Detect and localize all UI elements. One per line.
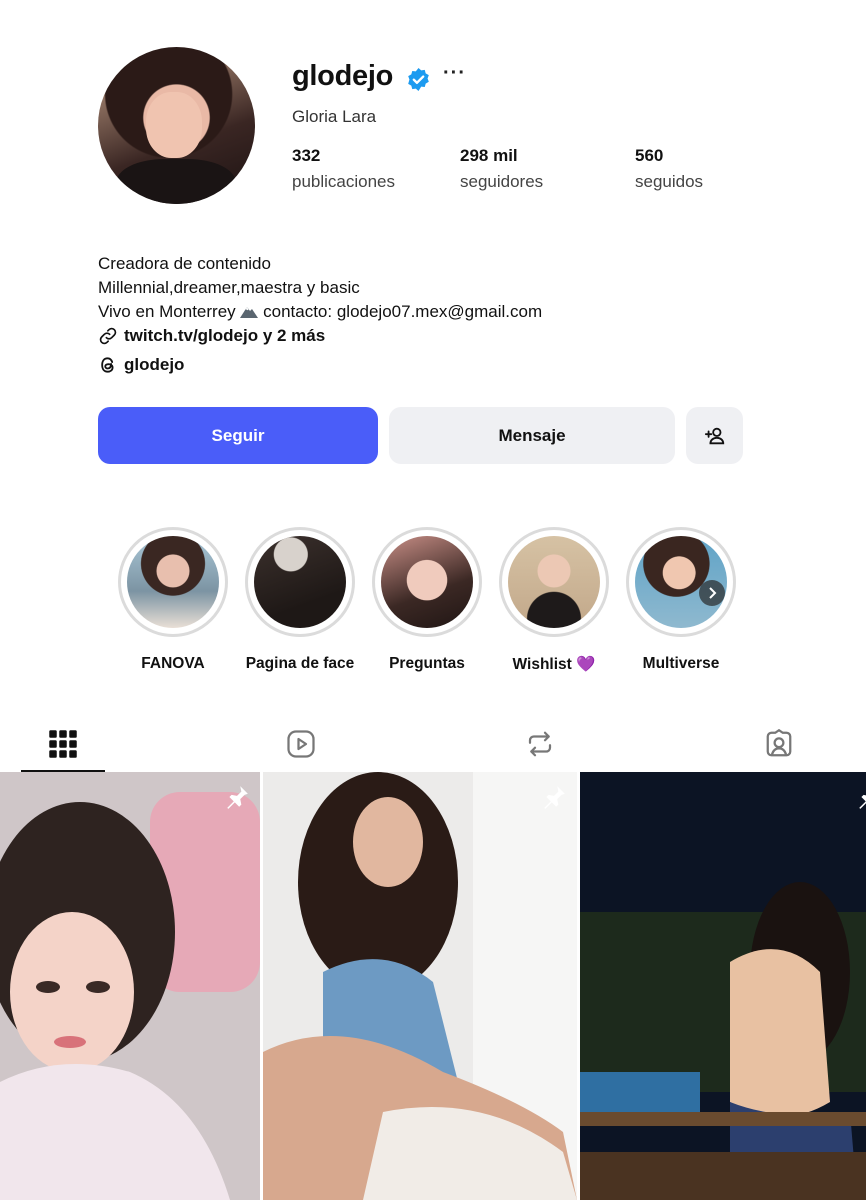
highlight-cover [508, 536, 600, 628]
profile-bio: Creadora de contenido Millennial,dreamer… [98, 252, 542, 324]
highlight-ring [626, 527, 736, 637]
link-icon [99, 327, 117, 345]
avatar-body [116, 159, 236, 204]
grid-post[interactable] [580, 772, 866, 1200]
suggest-users-button[interactable] [686, 407, 743, 464]
tab-posts[interactable] [21, 715, 105, 772]
bio-line: Creadora de contenido [98, 254, 271, 273]
bio-link-text: twitch.tv/glodejo y 2 más [124, 326, 326, 345]
profile-username: glodejo [292, 60, 394, 92]
tagged-icon [766, 728, 792, 756]
bio-line: Vivo en Monterrey contacto: glodejo07.me… [98, 300, 542, 324]
grid-post[interactable] [0, 772, 260, 1200]
highlight-ring [372, 527, 482, 637]
tab-reels[interactable] [259, 715, 343, 772]
stat-posts[interactable]: 332 publicaciones [292, 146, 395, 192]
pin-icon [227, 786, 248, 809]
pin-icon [859, 794, 866, 809]
stat-value: 298 mil [460, 146, 518, 165]
bio-location-text: Vivo en Monterrey [98, 302, 236, 321]
bio-contact-text: contacto: glodejo07.mex@gmail.com [263, 302, 543, 321]
grid-post[interactable] [263, 772, 577, 1200]
tab-reposts[interactable] [498, 715, 582, 772]
reposts-icon [528, 731, 552, 756]
highlight-ring [499, 527, 609, 637]
highlight-cover [381, 536, 473, 628]
pin-icon [544, 786, 565, 809]
highlight-label: Multiverse [642, 655, 720, 672]
highlight-wishlist[interactable]: Wishlist 💜 [498, 527, 610, 674]
reels-icon [287, 729, 315, 758]
avatar-face [146, 92, 202, 158]
stat-followers[interactable]: 298 mil seguidores [460, 146, 543, 192]
stat-label: seguidores [460, 172, 544, 191]
post-thumbnail [580, 772, 866, 1200]
bio-link[interactable]: twitch.tv/glodejo y 2 más [98, 326, 325, 346]
highlight-ring [245, 527, 355, 637]
add-user-icon [704, 427, 724, 444]
stat-value: 332 [292, 146, 321, 165]
follow-button[interactable]: Seguir [98, 407, 378, 464]
bio-line: Millennial,dreamer,maestra y basic [98, 278, 360, 297]
threads-handle: glodejo [124, 355, 185, 374]
tab-tagged[interactable] [737, 715, 821, 772]
post-thumbnail [263, 772, 577, 1200]
highlight-multiverse[interactable]: Multiverse [625, 527, 737, 673]
profile-avatar[interactable] [98, 47, 255, 204]
post-thumbnail [0, 772, 260, 1200]
threads-link[interactable]: glodejo [98, 355, 184, 375]
stat-value: 560 [635, 146, 664, 165]
mountain-emoji-icon [240, 307, 259, 318]
highlight-cover [254, 536, 346, 628]
stat-following[interactable]: 560 seguidos [635, 146, 703, 192]
threads-icon [101, 357, 114, 373]
chevron-right-icon [699, 580, 725, 606]
more-options-icon[interactable]: ··· [443, 62, 466, 85]
highlight-pagina-de-face[interactable]: Pagina de face [244, 527, 356, 673]
highlight-ring [118, 527, 228, 637]
highlight-preguntas[interactable]: Preguntas [371, 527, 483, 673]
highlight-cover [127, 536, 219, 628]
highlight-cover [635, 536, 727, 628]
posts-grid-icon [49, 729, 77, 758]
stat-label: publicaciones [292, 172, 396, 191]
profile-tabs [0, 715, 866, 772]
verified-badge-icon [408, 68, 429, 91]
highlight-fanova[interactable]: FANOVA [117, 527, 229, 673]
message-button[interactable]: Mensaje [389, 407, 675, 464]
stat-label: seguidos [635, 172, 704, 191]
profile-full-name: Gloria Lara [292, 107, 377, 126]
